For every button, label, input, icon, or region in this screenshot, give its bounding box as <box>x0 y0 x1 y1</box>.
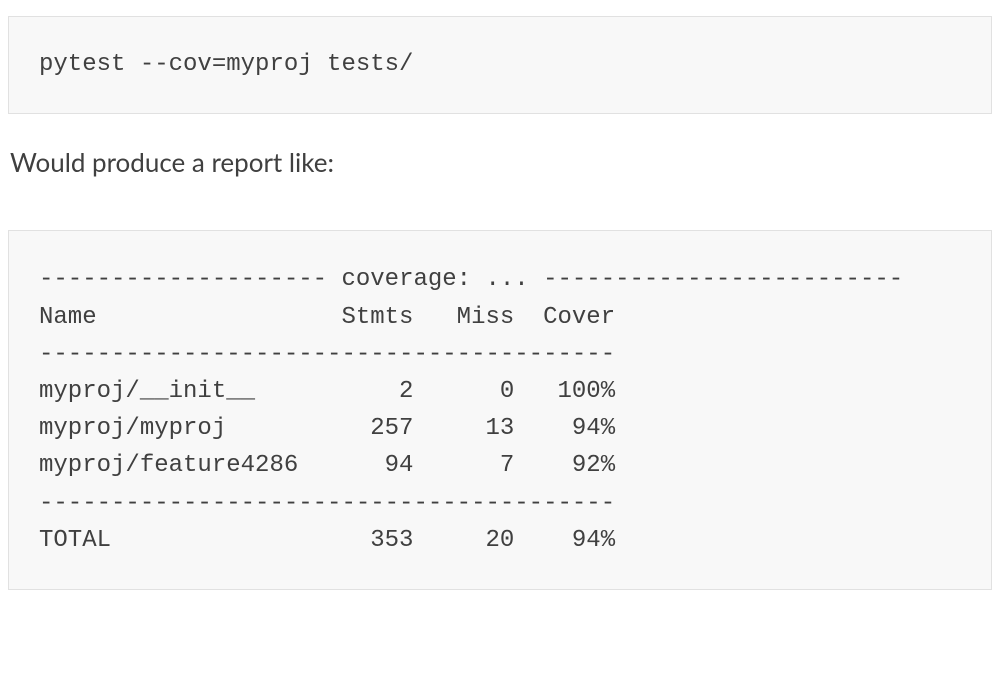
report-rule-bottom: ---------------------------------------- <box>39 490 615 517</box>
report-header-rule-left: -------------------- <box>39 266 341 293</box>
report-columns: Name Stmts Miss Cover <box>39 304 615 331</box>
report-header-title: coverage: ... <box>341 266 543 293</box>
report-header-rule-right: ------------------------- <box>543 266 903 293</box>
command-code-block: pytest --cov=myproj tests/ <box>8 16 992 114</box>
report-row-0: myproj/__init__ 2 0 100% <box>39 378 615 405</box>
command-text: pytest --cov=myproj tests/ <box>39 51 413 78</box>
report-row-1: myproj/myproj 257 13 94% <box>39 415 615 442</box>
document-container: pytest --cov=myproj tests/ Would produce… <box>0 0 1000 598</box>
report-total-row: TOTAL 353 20 94% <box>39 527 615 554</box>
description-text: Would produce a report like: <box>8 144 992 180</box>
report-rule-top: ---------------------------------------- <box>39 341 615 368</box>
coverage-report-block: -------------------- coverage: ... -----… <box>8 230 992 590</box>
report-row-2: myproj/feature4286 94 7 92% <box>39 452 615 479</box>
